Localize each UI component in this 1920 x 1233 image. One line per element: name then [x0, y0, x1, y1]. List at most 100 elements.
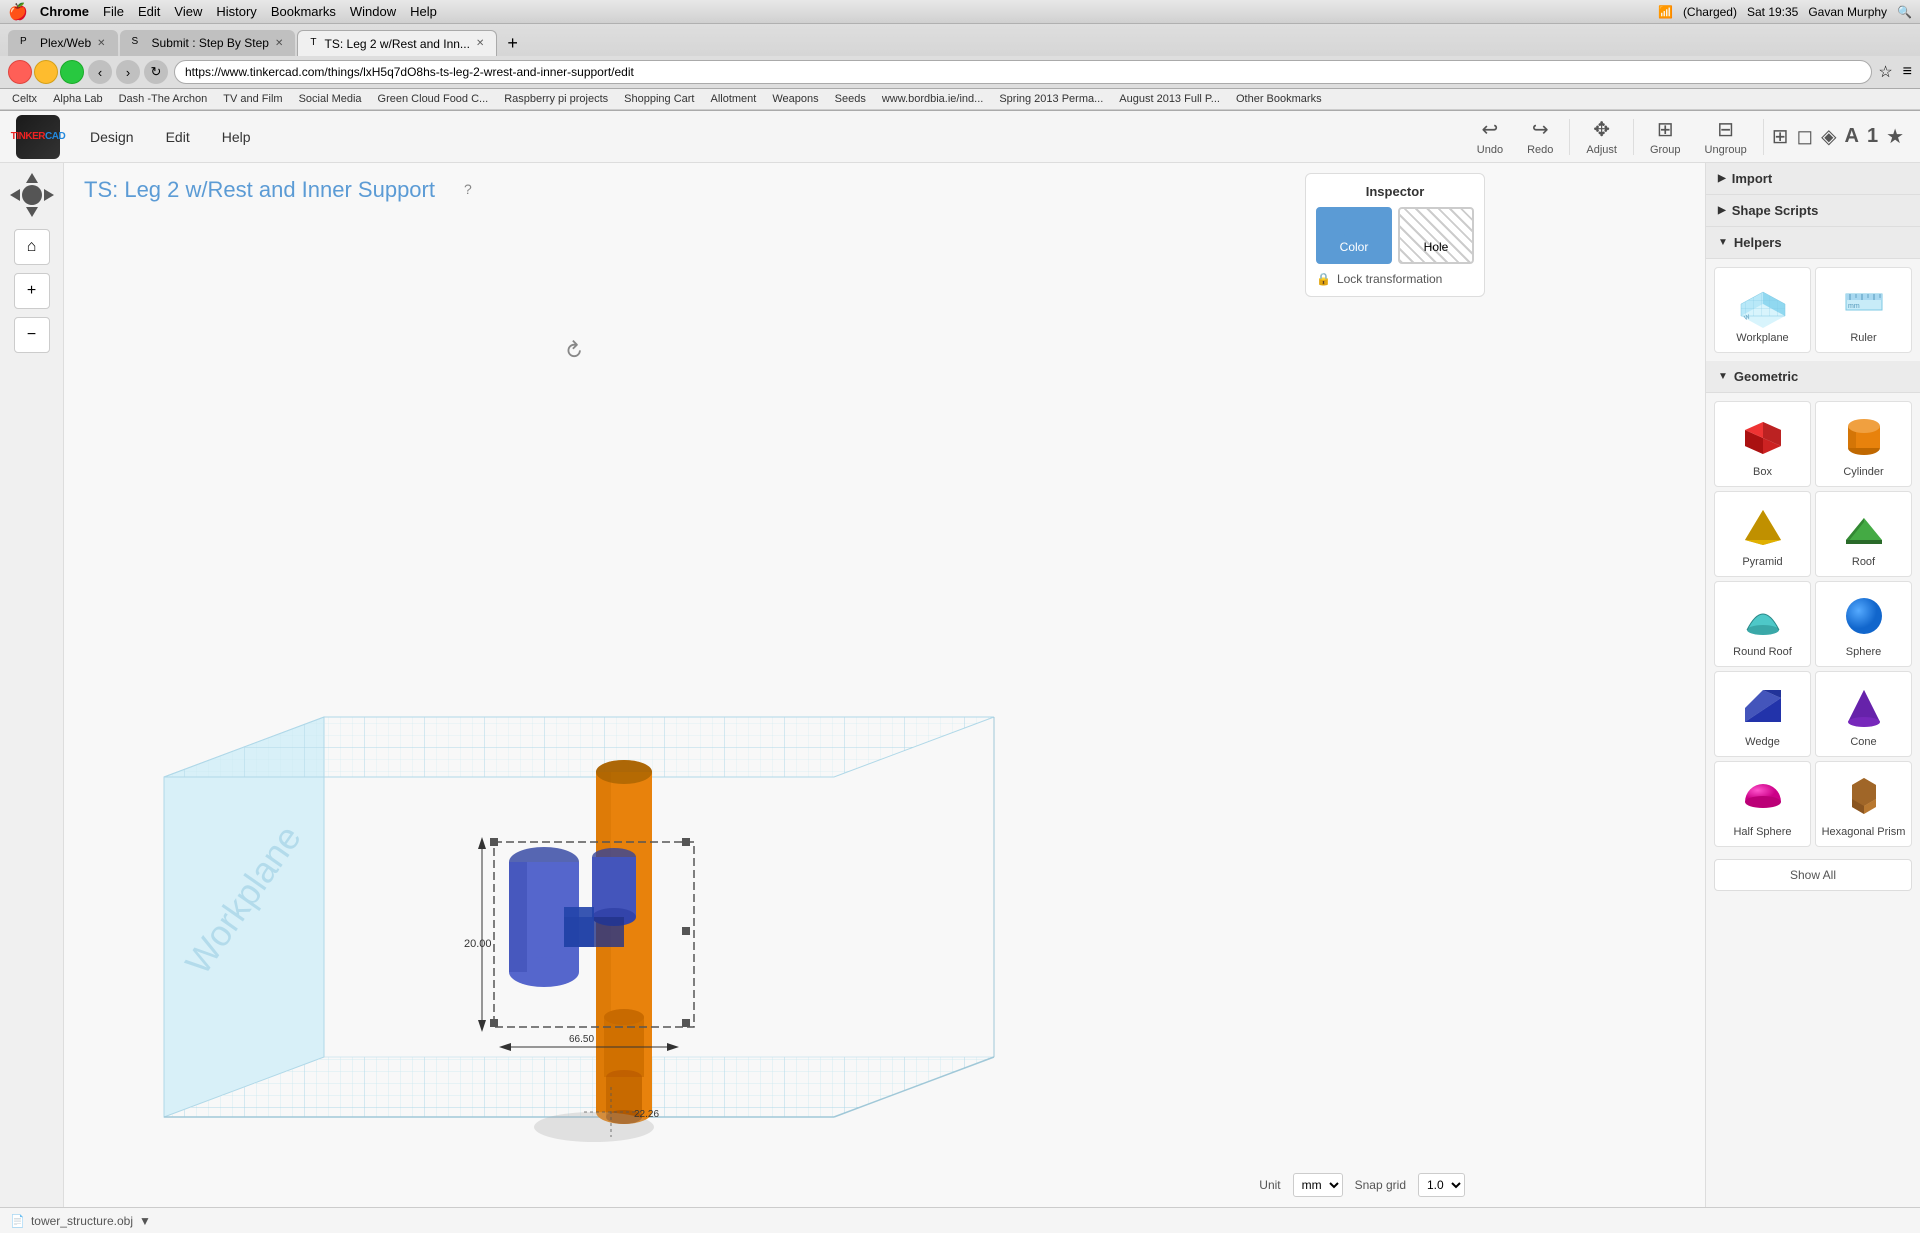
- bookmarks-menu-item[interactable]: Bookmarks: [271, 4, 336, 19]
- workplane-svg: Workplane: [124, 627, 1024, 1157]
- letter-a-icon[interactable]: A: [1844, 125, 1858, 148]
- search-icon[interactable]: 🔍: [1897, 5, 1912, 19]
- ruler-icon: mm: [1838, 276, 1890, 328]
- file-dropdown-arrow[interactable]: ▼: [139, 1214, 151, 1228]
- number-1-icon[interactable]: 1: [1867, 125, 1878, 148]
- shape-sphere[interactable]: Sphere: [1815, 581, 1912, 667]
- reload-button[interactable]: ↻: [144, 60, 168, 84]
- new-tab-button[interactable]: +: [499, 33, 526, 54]
- shape-roof[interactable]: Roof: [1815, 491, 1912, 577]
- canvas-area[interactable]: TS: Leg 2 w/Rest and Inner Support ? ↻: [64, 163, 1705, 1207]
- helpers-grid: W Workplane mm: [1706, 259, 1920, 361]
- bookmark-other[interactable]: Other Bookmarks: [1232, 92, 1326, 106]
- nav-left-arrow[interactable]: [10, 189, 20, 201]
- shape-wedge[interactable]: Wedge: [1714, 671, 1811, 757]
- tab-tinkercad[interactable]: T TS: Leg 2 w/Rest and Inn... ✕: [297, 30, 497, 56]
- chrome-menu-icon[interactable]: ≡: [1903, 63, 1912, 81]
- tab-submit[interactable]: S Submit : Step By Step ✕: [120, 30, 296, 56]
- nav-down-arrow[interactable]: [26, 207, 38, 217]
- wireframe-view-icon[interactable]: ◈: [1821, 124, 1836, 149]
- chrome-menu-item[interactable]: Chrome: [40, 4, 89, 19]
- apple-menu[interactable]: 🍎: [8, 2, 28, 22]
- bookmark-weapons[interactable]: Weapons: [768, 92, 822, 106]
- group-button[interactable]: ⊞ Group: [1642, 113, 1689, 160]
- shape-hexagonal-prism[interactable]: Hexagonal Prism: [1815, 761, 1912, 847]
- hole-button[interactable]: Hole: [1398, 207, 1474, 264]
- back-button[interactable]: ‹: [88, 60, 112, 84]
- close-window-btn[interactable]: [8, 60, 32, 84]
- cube-view-icon[interactable]: ◻: [1796, 124, 1813, 149]
- nav-bar: ‹ › ↻ ☆ ≡: [0, 56, 1920, 89]
- adjust-button[interactable]: ✥ Adjust: [1578, 113, 1625, 160]
- nav-right-arrow[interactable]: [44, 189, 54, 201]
- file-menu-item[interactable]: File: [103, 4, 124, 19]
- minimize-window-btn[interactable]: [34, 60, 58, 84]
- nav-center-btn[interactable]: [22, 185, 42, 205]
- star-icon[interactable]: ★: [1886, 124, 1904, 149]
- home-view-button[interactable]: ⌂: [14, 229, 50, 265]
- ungroup-button[interactable]: ⊟ Ungroup: [1697, 113, 1755, 160]
- bookmark-social[interactable]: Social Media: [295, 92, 366, 106]
- helper-workplane[interactable]: W Workplane: [1714, 267, 1811, 353]
- helper-ruler[interactable]: mm Ruler: [1815, 267, 1912, 353]
- zoom-out-button[interactable]: −: [14, 317, 50, 353]
- edit-menu-item[interactable]: Edit: [138, 4, 160, 19]
- menu-design[interactable]: Design: [76, 123, 148, 151]
- undo-button[interactable]: ↩ Undo: [1469, 113, 1511, 160]
- shape-cylinder[interactable]: Cylinder: [1815, 401, 1912, 487]
- tab-close-3[interactable]: ✕: [476, 38, 484, 49]
- bookmark-tvfilm[interactable]: TV and Film: [219, 92, 286, 106]
- import-section-header[interactable]: ▶ Import: [1706, 163, 1920, 195]
- shape-scripts-arrow: ▶: [1718, 205, 1726, 216]
- geometric-section-header[interactable]: ▼ Geometric: [1706, 361, 1920, 393]
- bookmark-celtx[interactable]: Celtx: [8, 92, 41, 106]
- nav-up-arrow[interactable]: [26, 173, 38, 183]
- redo-button[interactable]: ↪ Redo: [1519, 113, 1561, 160]
- shape-box[interactable]: Box: [1714, 401, 1811, 487]
- bookmark-aug2013[interactable]: August 2013 Full P...: [1115, 92, 1224, 106]
- view-menu-item[interactable]: View: [174, 4, 202, 19]
- bookmark-bordbia[interactable]: www.bordbia.ie/ind...: [878, 92, 988, 106]
- shape-round-roof[interactable]: Round Roof: [1714, 581, 1811, 667]
- username: Gavan Murphy: [1808, 5, 1887, 19]
- shape-pyramid[interactable]: Pyramid: [1714, 491, 1811, 577]
- bookmark-spring2013[interactable]: Spring 2013 Perma...: [995, 92, 1107, 106]
- tab-close-1[interactable]: ✕: [97, 38, 105, 49]
- forward-button[interactable]: ›: [116, 60, 140, 84]
- window-menu-item[interactable]: Window: [350, 4, 396, 19]
- bookmark-seeds[interactable]: Seeds: [831, 92, 870, 106]
- topbar-menu: Design Edit Help: [76, 123, 265, 151]
- tab-close-2[interactable]: ✕: [275, 38, 283, 49]
- tinkercad-logo[interactable]: TIN KER CAD: [16, 115, 60, 159]
- rotation-handle[interactable]: ↻: [558, 335, 589, 366]
- grid-view-icon[interactable]: ⊞: [1772, 124, 1789, 149]
- bookmark-shopping[interactable]: Shopping Cart: [620, 92, 698, 106]
- bookmark-dash[interactable]: Dash -The Archon: [115, 92, 212, 106]
- bookmark-alphalab[interactable]: Alpha Lab: [49, 92, 107, 106]
- zoom-in-button[interactable]: +: [14, 273, 50, 309]
- address-bar[interactable]: [174, 60, 1872, 84]
- shape-half-sphere[interactable]: Half Sphere: [1714, 761, 1811, 847]
- bookmark-star-icon[interactable]: ☆: [1878, 62, 1892, 82]
- snap-grid-select[interactable]: 0.1 0.5 1.0 2.0 5.0: [1418, 1173, 1465, 1197]
- maximize-window-btn[interactable]: [60, 60, 84, 84]
- shape-scripts-section-header[interactable]: ▶ Shape Scripts: [1706, 195, 1920, 227]
- shape-cone[interactable]: Cone: [1815, 671, 1912, 757]
- bookmark-raspberry[interactable]: Raspberry pi projects: [500, 92, 612, 106]
- help-question-icon[interactable]: ?: [464, 181, 472, 197]
- bookmark-greencloud[interactable]: Green Cloud Food C...: [374, 92, 493, 106]
- unit-select[interactable]: mm cm in: [1293, 1173, 1343, 1197]
- hexagonal-prism-shape-icon: [1838, 770, 1890, 822]
- color-button[interactable]: Color: [1316, 207, 1392, 264]
- pyramid-shape-icon: [1737, 500, 1789, 552]
- history-menu-item[interactable]: History: [216, 4, 256, 19]
- help-menu-item[interactable]: Help: [410, 4, 437, 19]
- tab-plexweb[interactable]: P Plex/Web ✕: [8, 30, 118, 56]
- menu-edit[interactable]: Edit: [152, 123, 204, 151]
- helpers-section-header[interactable]: ▼ Helpers: [1706, 227, 1920, 259]
- show-all-button[interactable]: Show All: [1714, 859, 1912, 891]
- view-nav-control[interactable]: [10, 173, 54, 217]
- bottom-bar: Unit mm cm in Snap grid 0.1 0.5 1.0 2.0 …: [64, 1173, 1485, 1197]
- bookmark-allotment[interactable]: Allotment: [706, 92, 760, 106]
- menu-help[interactable]: Help: [208, 123, 265, 151]
